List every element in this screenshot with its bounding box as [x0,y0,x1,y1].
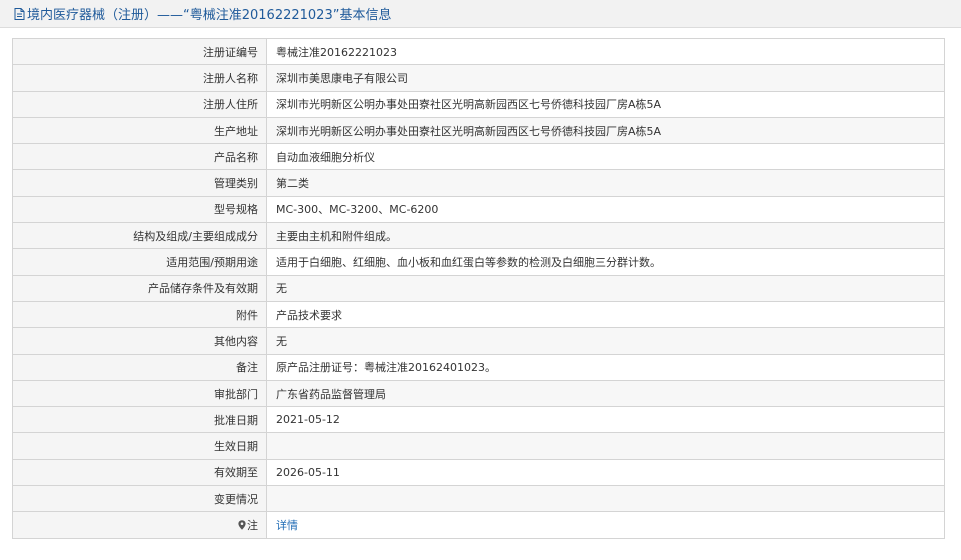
row-label: 审批部门 [12,379,267,408]
row-value: 无 [266,274,945,302]
row-value: 深圳市光明新区公明办事处田寮社区光明高新园西区七号侨德科技园厂房A栋5A [266,116,945,145]
row-value [266,432,945,460]
table-row: 审批部门 广东省药品监督管理局 [12,379,945,408]
row-label: 结构及组成/主要组成成分 [12,222,267,250]
table-row: 备注 原产品注册证号：粤械注准20162401023。 [12,353,945,381]
row-value: 2021-05-12 [266,406,945,434]
row-label: 型号规格 [12,195,267,224]
table-row: 适用范围/预期用途 适用于白细胞、红细胞、血小板和血红蛋白等参数的检测及白细胞三… [12,248,945,276]
document-icon [14,7,25,20]
page-title: 境内医疗器械（注册）——“粤械注准20162221023”基本信息 [27,8,392,23]
row-value [266,485,945,513]
row-label: 产品储存条件及有效期 [12,274,267,302]
row-label: 批准日期 [12,406,267,434]
table-row: 结构及组成/主要组成成分 主要由主机和附件组成。 [12,222,945,250]
row-label: 附件 [12,300,267,329]
table-row: 注册人住所 深圳市光明新区公明办事处田寮社区光明高新园西区七号侨德科技园厂房A栋… [12,90,945,118]
table-row: 管理类别 第二类 [12,169,945,197]
row-value: 广东省药品监督管理局 [266,379,945,408]
row-value: 适用于白细胞、红细胞、血小板和血红蛋白等参数的检测及白细胞三分群计数。 [266,248,945,276]
row-value: 深圳市美思康电子有限公司 [266,64,945,92]
table-row: 生产地址 深圳市光明新区公明办事处田寮社区光明高新园西区七号侨德科技园厂房A栋5… [12,116,945,145]
map-pin-icon [238,520,246,530]
row-value: 原产品注册证号：粤械注准20162401023。 [266,353,945,381]
row-label: 注册人住所 [12,90,267,118]
table-row: 型号规格 MC-300、MC-3200、MC-6200 [12,195,945,224]
row-value: 主要由主机和附件组成。 [266,222,945,250]
table-row: 变更情况 [12,485,945,513]
row-label: 生产地址 [12,116,267,145]
table-row: 其他内容 无 [12,327,945,355]
row-label: 变更情况 [12,485,267,513]
table-row: 注册人名称 深圳市美思康电子有限公司 [12,64,945,92]
row-label: 其他内容 [12,327,267,355]
table-row: 批准日期 2021-05-12 [12,406,945,434]
row-label: 注册证编号 [12,37,267,66]
table-row: 产品储存条件及有效期 无 [12,274,945,302]
row-value: MC-300、MC-3200、MC-6200 [266,195,945,224]
row-label: 有效期至 [12,458,267,487]
table-row: 注册证编号 粤械注准20162221023 [12,37,945,66]
row-value: 产品技术要求 [266,300,945,329]
row-label: 注册人名称 [12,64,267,92]
table-row: 附件 产品技术要求 [12,300,945,329]
row-value: 深圳市光明新区公明办事处田寮社区光明高新园西区七号侨德科技园厂房A栋5A [266,90,945,118]
note-label-cell: 注 [12,511,267,539]
note-row: 注 详情 [12,511,945,539]
row-value: 无 [266,327,945,355]
row-label: 管理类别 [12,169,267,197]
row-label: 生效日期 [12,432,267,460]
row-value: 自动血液细胞分析仪 [266,143,945,171]
table-row: 生效日期 [12,432,945,460]
detail-link[interactable]: 详情 [276,519,298,532]
table-row: 产品名称 自动血液细胞分析仪 [12,143,945,171]
row-value: 粤械注准20162221023 [266,37,945,66]
row-value: 2026-05-11 [266,458,945,487]
info-table: 注册证编号 粤械注准20162221023 注册人名称 深圳市美思康电子有限公司… [12,37,945,539]
row-label: 适用范围/预期用途 [12,248,267,276]
note-label: 注 [247,518,258,532]
row-label: 备注 [12,353,267,381]
row-label: 产品名称 [12,143,267,171]
table-row: 有效期至 2026-05-11 [12,458,945,487]
page-title-bar: 境内医疗器械（注册）——“粤械注准20162221023”基本信息 [0,0,961,28]
row-value: 第二类 [266,169,945,197]
note-value-cell: 详情 [266,511,945,539]
